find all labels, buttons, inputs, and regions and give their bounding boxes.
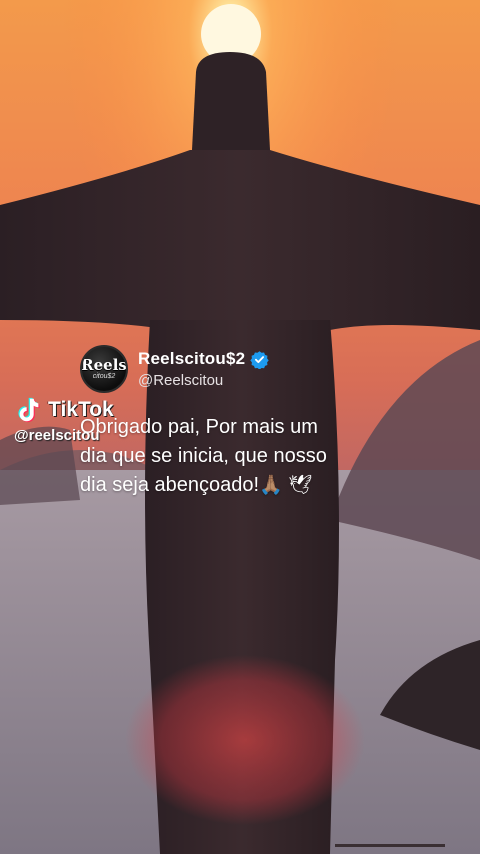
name-line: Reelscitou$2 bbox=[138, 349, 269, 369]
dove-icon: 🕊 bbox=[288, 474, 313, 496]
tiktok-watermark: TikTok @reelscitou bbox=[14, 395, 114, 444]
avatar-logo-text: Reels bbox=[81, 355, 127, 374]
tiktok-username: @reelscitou bbox=[14, 427, 100, 444]
post-body: Obrigado pai, Por mais um dia que se ini… bbox=[80, 413, 470, 500]
tiktok-logo-icon bbox=[18, 397, 40, 423]
tiktok-brand-row: TikTok bbox=[14, 395, 114, 425]
profile-avatar[interactable]: Reels citou$2 bbox=[80, 345, 128, 393]
tiktok-wordmark: TikTok bbox=[48, 398, 114, 421]
display-name[interactable]: Reelscitou$2 bbox=[138, 349, 245, 369]
folded-hands-icon: 🙏🏽 bbox=[259, 474, 283, 496]
user-handle[interactable]: @Reelscitou bbox=[138, 372, 269, 389]
post-header: Reels citou$2 Reelscitou$2 @Reelscitou bbox=[80, 345, 470, 393]
author-info: Reelscitou$2 @Reelscitou bbox=[138, 349, 269, 389]
verified-badge-icon bbox=[250, 350, 269, 369]
avatar-logo-subtext: citou$2 bbox=[92, 372, 116, 380]
post-card: Reels citou$2 Reelscitou$2 @Reelscitou O… bbox=[80, 345, 470, 500]
